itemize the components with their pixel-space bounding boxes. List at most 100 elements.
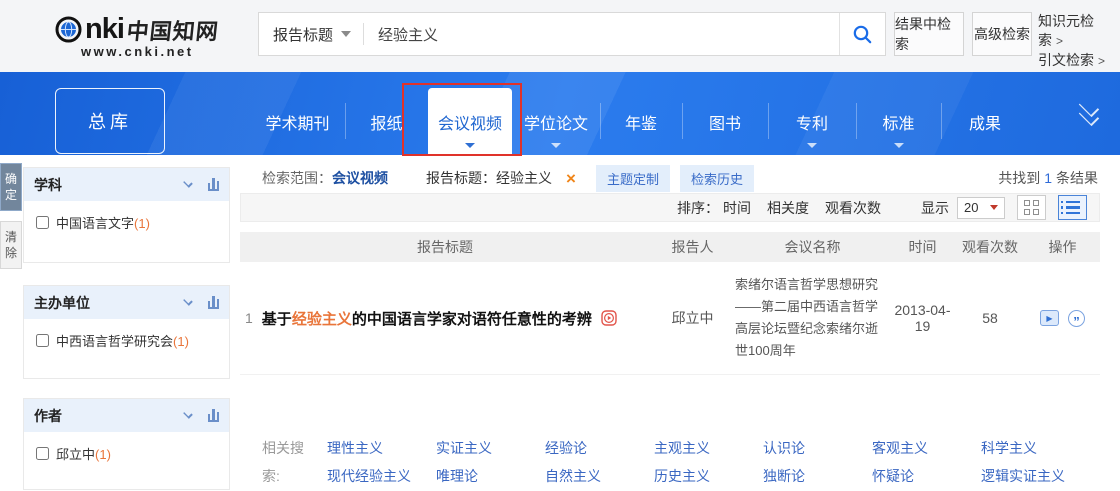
play-button[interactable]: ▶	[1040, 310, 1059, 326]
display-label: 显示	[921, 198, 949, 218]
nav-tab-standards[interactable]: 标准	[856, 88, 941, 155]
expand-more-button[interactable]	[1072, 98, 1108, 130]
video-icon	[601, 310, 617, 326]
related-link[interactable]: 理性主义	[327, 434, 436, 462]
result-speaker[interactable]: 邱立中	[650, 262, 735, 374]
knowledge-search-link[interactable]: 知识元检索>	[1038, 12, 1104, 51]
arrow-right-icon: >	[1056, 34, 1063, 48]
bar-chart-icon[interactable]	[208, 410, 220, 422]
related-link[interactable]: 主观主义	[654, 434, 763, 462]
clear-button[interactable]: 清除	[0, 221, 22, 269]
nav-tab-academic-journals[interactable]: 学术期刊	[250, 88, 345, 155]
filter-panel-organizer: 主办单位 中西语言哲学研究会(1)	[23, 285, 230, 379]
filter-checkbox[interactable]	[36, 216, 49, 229]
sort-option-views[interactable]: 观看次数	[825, 198, 881, 218]
nav-tab-achievements[interactable]: 成果	[941, 88, 1029, 155]
nav-total-library[interactable]: 总库	[55, 88, 165, 154]
result-title-link[interactable]: 基于经验主义的中国语言学家对语符任意性的考辨	[262, 308, 592, 329]
nav-tab-patents[interactable]: 专利	[768, 88, 856, 155]
page-size-select[interactable]: 20	[957, 197, 1005, 219]
nav-tab-books[interactable]: 图书	[682, 88, 768, 155]
related-link[interactable]: 自然主义	[545, 462, 654, 490]
column-header-conference: 会议名称	[735, 237, 890, 257]
related-search-row: 现代经验主义 唯理论 自然主义 历史主义 独断论 怀疑论 逻辑实证主义	[327, 462, 1090, 490]
chevron-down-icon	[465, 143, 475, 148]
nav-tab-yearbooks[interactable]: 年鉴	[600, 88, 682, 155]
sort-option-relevance[interactable]: 相关度	[767, 198, 809, 218]
nav-tab-label: 成果	[969, 110, 1001, 134]
filter-option-label: 邱立中	[56, 447, 95, 462]
filter-panel-header[interactable]: 主办单位	[24, 286, 229, 319]
filter-option[interactable]: 中西语言哲学研究会(1)	[24, 319, 229, 350]
grid-view-button[interactable]	[1017, 195, 1046, 220]
result-count-number: 1	[1040, 170, 1056, 186]
filter-panel-header[interactable]: 学科	[24, 168, 229, 201]
sort-option-time[interactable]: 时间	[723, 198, 751, 218]
filter-option-count: (1)	[173, 334, 189, 349]
search-in-results-button[interactable]: 结果中检索	[894, 12, 964, 56]
search-button[interactable]	[839, 13, 885, 55]
nav-tab-label: 报纸	[370, 110, 402, 134]
filter-panel-author: 作者 邱立中(1)	[23, 398, 230, 490]
search-field-label: 报告标题	[273, 24, 333, 45]
cite-button[interactable]: ”	[1068, 310, 1085, 327]
nav-tab-dissertations[interactable]: 学位论文	[512, 88, 600, 155]
globe-icon	[55, 16, 82, 43]
column-header-title: 报告标题	[240, 237, 650, 257]
chevron-down-icon[interactable]	[183, 178, 193, 188]
result-count-prefix: 共找到	[998, 170, 1040, 186]
column-header-actions: 操作	[1025, 237, 1100, 257]
nav-total-library-label: 总库	[88, 108, 132, 134]
search-field-select[interactable]: 报告标题	[259, 13, 363, 55]
related-link[interactable]: 逻辑实证主义	[981, 462, 1090, 490]
list-view-button[interactable]	[1058, 195, 1087, 220]
nav-tab-label: 学位论文	[524, 110, 588, 134]
related-link[interactable]: 唯理论	[436, 462, 545, 490]
related-link[interactable]: 现代经验主义	[327, 462, 436, 490]
related-link[interactable]: 独断论	[763, 462, 872, 490]
chevron-down-icon	[341, 31, 351, 37]
nav-tab-newspapers[interactable]: 报纸	[345, 88, 428, 155]
search-icon	[852, 24, 873, 45]
filter-checkbox[interactable]	[36, 334, 49, 347]
arrow-right-icon: >	[1098, 54, 1105, 68]
logo-latin: nki	[85, 13, 124, 46]
related-link[interactable]: 科学主义	[981, 434, 1090, 462]
chevron-down-icon[interactable]	[183, 409, 193, 419]
filter-panel-subject: 学科 中国语言文字(1)	[23, 167, 230, 263]
scope-label: 检索范围：	[262, 168, 332, 188]
nav-tab-label: 会议视频	[438, 110, 502, 134]
title-text: 基于	[262, 311, 292, 328]
nav-tab-conference-videos[interactable]: 会议视频	[428, 88, 512, 155]
filter-option[interactable]: 中国语言文字(1)	[24, 201, 229, 232]
bar-chart-icon[interactable]	[208, 297, 220, 309]
views-value: 58	[982, 310, 998, 326]
related-link[interactable]: 怀疑论	[872, 462, 981, 490]
related-link[interactable]: 历史主义	[654, 462, 763, 490]
grid-icon	[1024, 200, 1039, 215]
related-link[interactable]: 经验论	[545, 434, 654, 462]
remove-term-icon[interactable]: ×	[566, 170, 576, 187]
topic-subscribe-button[interactable]: 主题定制	[596, 165, 670, 192]
search-input[interactable]	[364, 13, 839, 55]
filter-checkbox[interactable]	[36, 447, 49, 460]
search-history-button[interactable]: 检索历史	[680, 165, 754, 192]
related-link[interactable]: 客观主义	[872, 434, 981, 462]
citation-search-link[interactable]: 引文检索>	[1038, 51, 1104, 71]
knowledge-search-label: 知识元检索	[1038, 13, 1094, 48]
filter-panel-title: 学科	[34, 175, 184, 195]
cnki-logo[interactable]: nki 中国知网 www.cnki.net	[55, 13, 245, 59]
filter-panel-header[interactable]: 作者	[24, 399, 229, 432]
confirm-button[interactable]: 确定	[0, 163, 22, 211]
scope-value-link[interactable]: 会议视频	[332, 168, 388, 188]
nav-tab-label: 图书	[709, 110, 741, 134]
chevron-down-icon[interactable]	[183, 296, 193, 306]
filter-panel-title: 作者	[34, 406, 184, 426]
advanced-search-button[interactable]: 高级检索	[972, 12, 1032, 56]
related-link[interactable]: 实证主义	[436, 434, 545, 462]
filter-option[interactable]: 邱立中(1)	[24, 432, 229, 463]
related-link[interactable]: 认识论	[763, 434, 872, 462]
bar-chart-icon[interactable]	[208, 179, 220, 191]
play-icon: ▶	[1046, 314, 1052, 323]
result-title-cell: 1 基于经验主义的中国语言学家对语符任意性的考辨	[240, 262, 650, 374]
